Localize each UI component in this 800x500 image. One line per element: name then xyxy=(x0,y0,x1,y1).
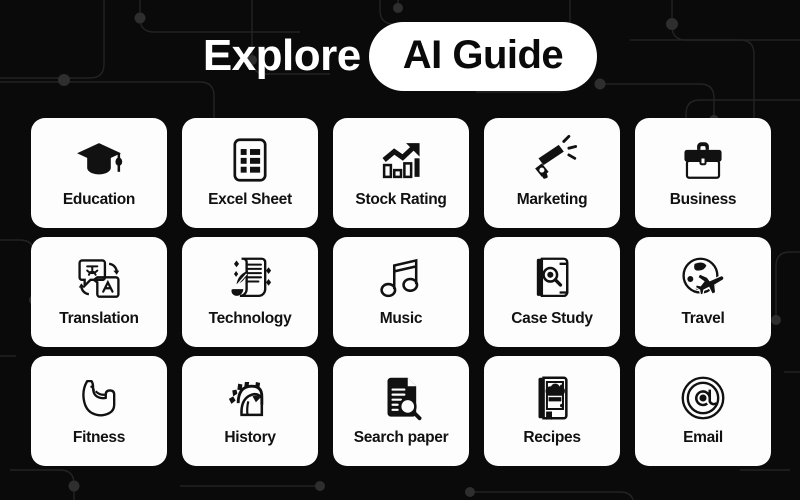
translate-bubbles-icon xyxy=(78,259,120,298)
graduation-cap-icon xyxy=(72,133,126,187)
card-fitness[interactable]: Fitness xyxy=(31,356,167,466)
at-sign-circles-icon xyxy=(681,376,725,420)
card-travel[interactable]: Travel xyxy=(635,237,771,347)
card-label: Fitness xyxy=(72,429,126,446)
card-excel-sheet[interactable]: Excel Sheet xyxy=(182,118,318,228)
spreadsheet-icon xyxy=(223,133,277,187)
card-label: Marketing xyxy=(516,191,588,208)
card-label: Music xyxy=(379,310,423,327)
document-magnifier-icon xyxy=(387,377,422,421)
spartan-helmet-icon xyxy=(228,381,264,417)
music-note-icon xyxy=(380,258,419,298)
card-marketing[interactable]: Marketing xyxy=(484,118,620,228)
card-label: Case Study xyxy=(511,310,593,327)
card-education[interactable]: Education xyxy=(31,118,167,228)
card-email[interactable]: Email xyxy=(635,356,771,466)
card-label: Education xyxy=(62,191,136,208)
page-title-explore: Explore xyxy=(202,31,361,80)
page-title-pill-ai-guide: AI Guide xyxy=(368,21,598,91)
card-label: Business xyxy=(669,191,737,208)
card-label: Excel Sheet xyxy=(208,191,292,208)
page-header: Explore AI Guide xyxy=(0,0,800,112)
flexed-bicep-icon xyxy=(82,379,116,417)
card-case-study[interactable]: Case Study xyxy=(484,237,620,347)
card-label: Stock Rating xyxy=(355,191,447,208)
card-label: Translation xyxy=(59,310,139,327)
globe-airplane-icon xyxy=(682,257,725,296)
card-history[interactable]: History xyxy=(182,356,318,466)
card-technology[interactable]: Technology xyxy=(182,237,318,347)
book-magnifier-icon xyxy=(536,257,569,298)
card-stock-rating[interactable]: Stock Rating xyxy=(333,118,469,228)
megaphone-icon xyxy=(535,134,578,179)
card-search-paper[interactable]: Search paper xyxy=(333,356,469,466)
card-label: Email xyxy=(683,429,723,446)
scroll-quill-icon xyxy=(231,257,272,298)
bar-chart-arrow-icon xyxy=(382,142,420,179)
card-business[interactable]: Business xyxy=(635,118,771,228)
card-label: History xyxy=(224,429,276,446)
card-label: Technology xyxy=(208,310,292,327)
card-label: Travel xyxy=(681,310,725,327)
card-music[interactable]: Music xyxy=(333,237,469,347)
category-grid: Education Excel Sheet Stock Rating Marke… xyxy=(31,118,771,476)
briefcase-icon xyxy=(684,142,722,179)
card-label: Search paper xyxy=(353,429,449,446)
card-translation[interactable]: Translation xyxy=(31,237,167,347)
cookbook-chef-hat-icon xyxy=(538,376,568,420)
card-recipes[interactable]: Recipes xyxy=(484,356,620,466)
card-label: Recipes xyxy=(523,429,581,446)
